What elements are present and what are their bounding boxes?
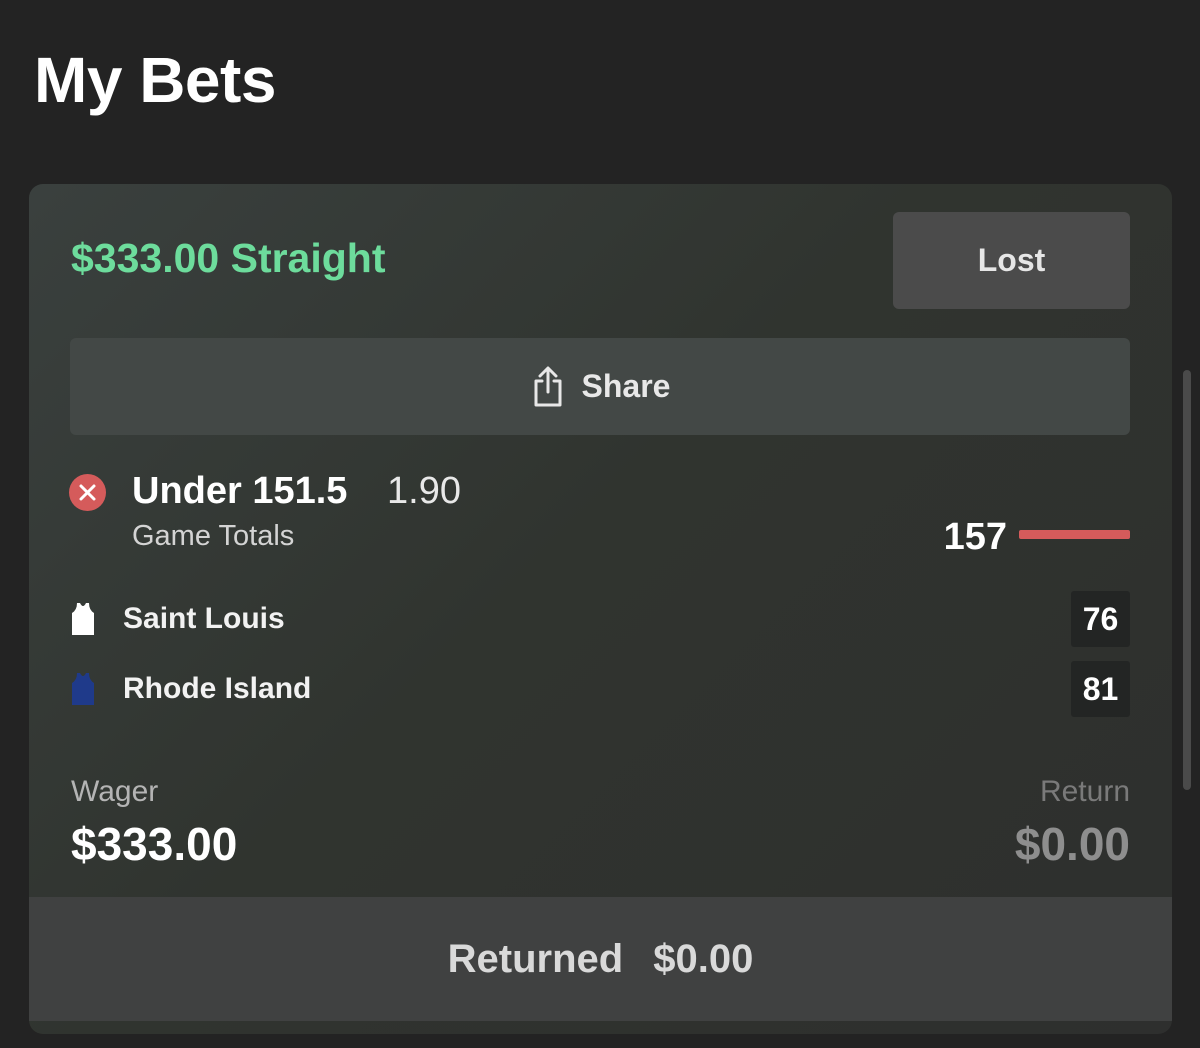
return-label: Return — [1039, 775, 1130, 808]
my-bets-page: My Bets $333.00 Straight Lost Share Unde… — [0, 0, 1200, 1048]
returned-value: $0.00 — [653, 936, 754, 981]
wager-value: $333.00 — [71, 818, 238, 870]
scrollbar[interactable] — [1183, 370, 1191, 790]
returned-label: Returned — [447, 936, 624, 981]
returned-footer: Returned $0.00 — [29, 897, 1172, 1021]
bet-odds: 1.90 — [387, 470, 461, 512]
team-score: 81 — [1071, 661, 1130, 717]
navy-jersey-icon — [72, 673, 94, 705]
bet-title: $333.00 Straight — [71, 235, 386, 281]
white-jersey-icon — [72, 603, 94, 635]
team-row: Rhode Island 81 — [29, 661, 1172, 717]
status-badge: Lost — [893, 212, 1130, 309]
total-score: 157 — [943, 516, 1007, 558]
team-score: 76 — [1071, 591, 1130, 647]
bet-selection: Under 151.5 — [132, 470, 348, 512]
market-name: Game Totals — [132, 520, 295, 552]
lost-x-icon — [69, 474, 106, 511]
team-row: Saint Louis 76 — [29, 591, 1172, 647]
wager-label: Wager — [71, 775, 159, 808]
share-label: Share — [581, 368, 671, 404]
share-button[interactable]: Share — [70, 338, 1130, 435]
share-icon — [530, 366, 566, 408]
page-title: My Bets — [34, 44, 276, 116]
team-name: Rhode Island — [123, 672, 312, 705]
bet-card[interactable]: $333.00 Straight Lost Share Under 151.5 … — [29, 184, 1172, 1034]
team-name: Saint Louis — [123, 602, 285, 635]
total-result-bar — [1019, 530, 1130, 539]
return-value: $0.00 — [1014, 818, 1130, 870]
